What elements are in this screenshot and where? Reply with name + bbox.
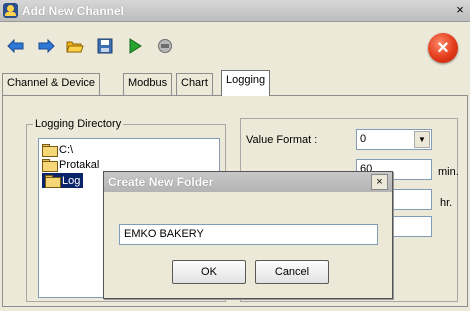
tree-item-log[interactable]: Log: [42, 173, 84, 188]
tree-item-label: Log: [62, 174, 81, 187]
folder-name-input[interactable]: EMKO BAKERY: [119, 224, 378, 245]
dialog-title: Create New Folder: [108, 175, 214, 189]
tree-item-label: Protakal: [59, 158, 100, 171]
title-bar: Add New Channel ×: [0, 0, 470, 22]
tab-modbus[interactable]: Modbus: [123, 73, 173, 95]
close-button[interactable]: ×: [453, 3, 467, 17]
cancel-button[interactable]: Cancel: [255, 260, 329, 284]
arrow-right-icon: [38, 39, 55, 53]
folder-open-icon: [42, 159, 58, 172]
app-icon: [3, 3, 18, 18]
save-icon: [97, 38, 113, 54]
open-button[interactable]: [65, 37, 85, 55]
toolbar: ×: [0, 23, 470, 69]
unit-min-label: min.: [438, 166, 459, 178]
folder-open-icon: [45, 175, 61, 188]
tree-item-protakal[interactable]: Protakal: [42, 157, 99, 172]
unit-hr-label: hr.: [440, 197, 453, 209]
tab-strip: Channel & Device Modbus Chart Logging: [0, 70, 470, 96]
dialog-close-button[interactable]: ×: [371, 174, 388, 190]
dialog-title-bar: Create New Folder ×: [104, 172, 392, 192]
value-format-select[interactable]: 0 ▼: [356, 129, 432, 150]
tab-logging[interactable]: Logging: [221, 70, 271, 96]
value-format-value: 0: [360, 133, 367, 145]
forward-button[interactable]: [36, 37, 56, 55]
stop-icon: [158, 39, 172, 53]
stop-button[interactable]: [155, 37, 175, 55]
folder-open-icon: [42, 144, 58, 157]
add-new-channel-window: Add New Channel × × Channel & Device Mod…: [0, 0, 470, 311]
window-title: Add New Channel: [22, 4, 125, 18]
tab-chart[interactable]: Chart: [176, 73, 213, 95]
back-button[interactable]: [6, 37, 26, 55]
tree-item-c-drive[interactable]: C:\: [42, 142, 73, 157]
logging-directory-label: Logging Directory: [33, 118, 124, 130]
tab-channel-device[interactable]: Channel & Device: [2, 73, 101, 95]
play-icon: [129, 38, 142, 54]
save-button[interactable]: [95, 37, 115, 55]
run-button[interactable]: [125, 37, 145, 55]
chevron-down-icon: ▼: [414, 131, 430, 148]
tree-item-label: C:\: [59, 143, 74, 156]
create-new-folder-dialog: Create New Folder × EMKO BAKERY OK Cance…: [103, 171, 393, 299]
arrow-left-icon: [7, 39, 24, 53]
exit-button[interactable]: ×: [428, 33, 458, 63]
value-format-label: Value Format :: [246, 134, 318, 146]
open-folder-icon: [66, 41, 84, 52]
ok-button[interactable]: OK: [172, 260, 246, 284]
